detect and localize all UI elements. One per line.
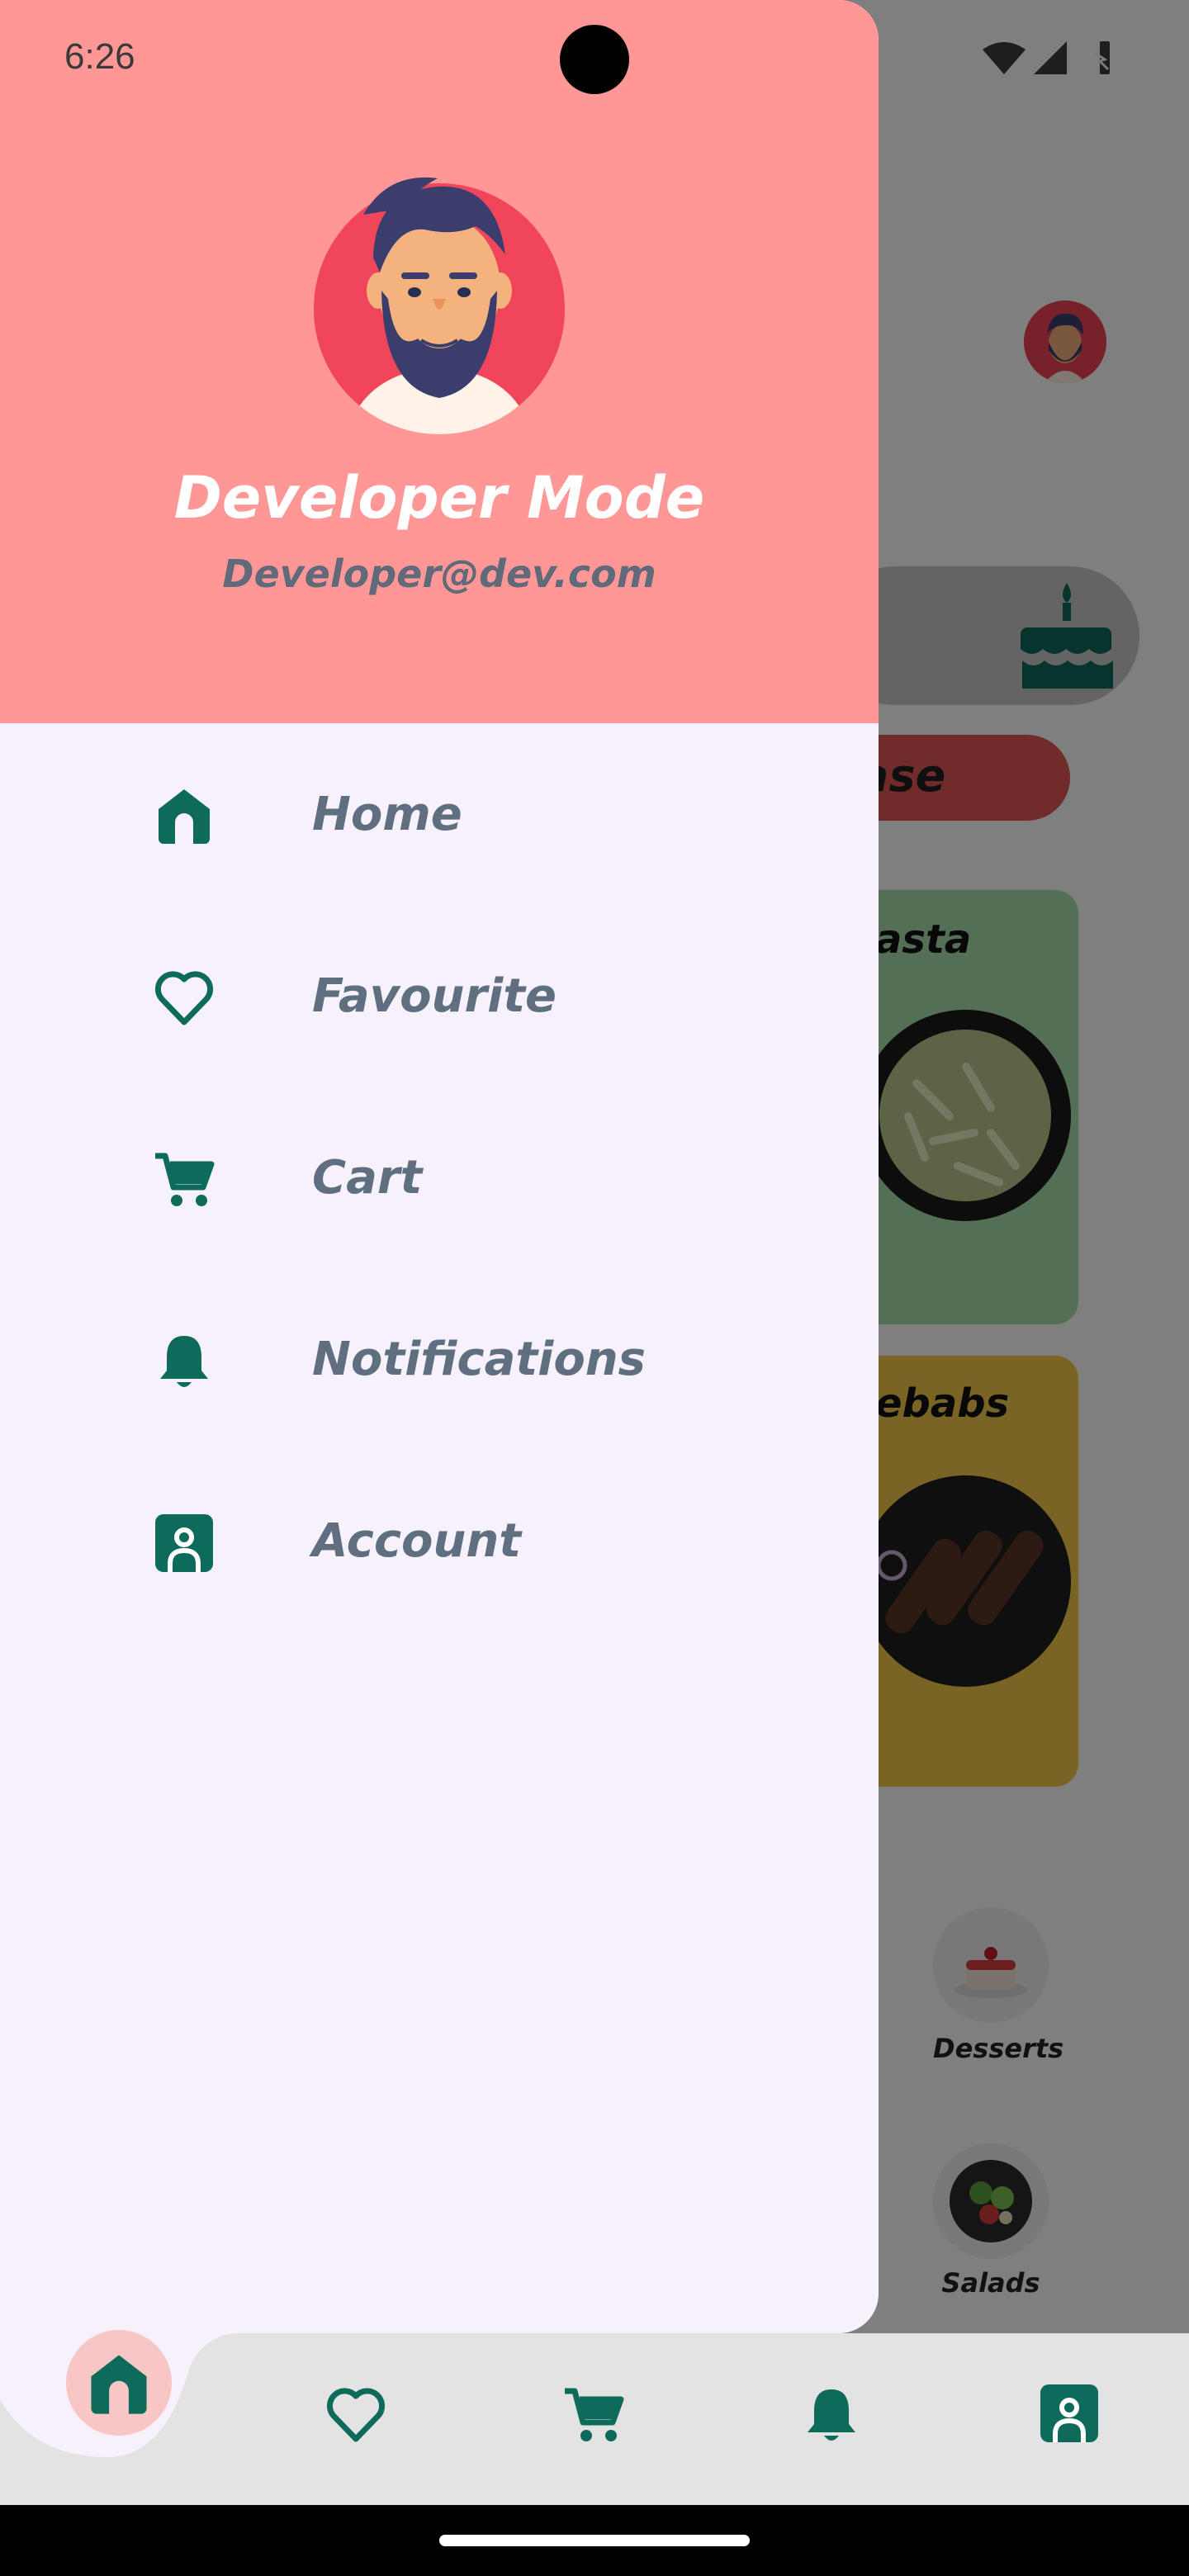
drawer-item-favourite[interactable]: Favourite — [0, 907, 879, 1088]
profile-avatar — [314, 177, 565, 434]
nav-bell-icon[interactable] — [801, 2384, 862, 2446]
camera-cutout — [560, 25, 629, 94]
drawer-item-label: Cart — [312, 1151, 423, 1205]
drawer-item-home[interactable]: Home — [0, 725, 879, 907]
nav-heart-icon[interactable] — [325, 2384, 386, 2446]
drawer-item-label: Home — [312, 788, 462, 841]
nav-home-icon[interactable] — [86, 2351, 152, 2417]
navigation-drawer: Developer Mode Developer@dev.com Home Fa… — [0, 0, 879, 2333]
drawer-item-label: Account — [312, 1514, 521, 1568]
status-icons — [983, 41, 1110, 74]
profile-email: Developer@dev.com — [222, 552, 656, 596]
drawer-item-label: Favourite — [312, 969, 557, 1023]
home-gesture-indicator[interactable] — [439, 2535, 750, 2546]
drawer-item-notifications[interactable]: Notifications — [0, 1270, 879, 1451]
account-icon — [155, 1514, 213, 1572]
heart-icon — [154, 971, 214, 1025]
bell-icon — [160, 1336, 208, 1387]
signal-icon — [1034, 41, 1067, 74]
drawer-item-account[interactable]: Account — [0, 1451, 879, 1633]
wifi-icon — [983, 42, 1026, 74]
profile-name: Developer Mode — [173, 464, 705, 532]
cart-icon — [155, 1153, 215, 1206]
home-icon — [159, 789, 210, 844]
drawer-item-label: Notifications — [312, 1333, 647, 1386]
drawer-item-cart[interactable]: Cart — [0, 1088, 879, 1270]
nav-cart-icon[interactable] — [563, 2384, 624, 2446]
status-time: 6:26 — [64, 36, 135, 77]
nav-account-icon[interactable] — [1039, 2383, 1100, 2444]
